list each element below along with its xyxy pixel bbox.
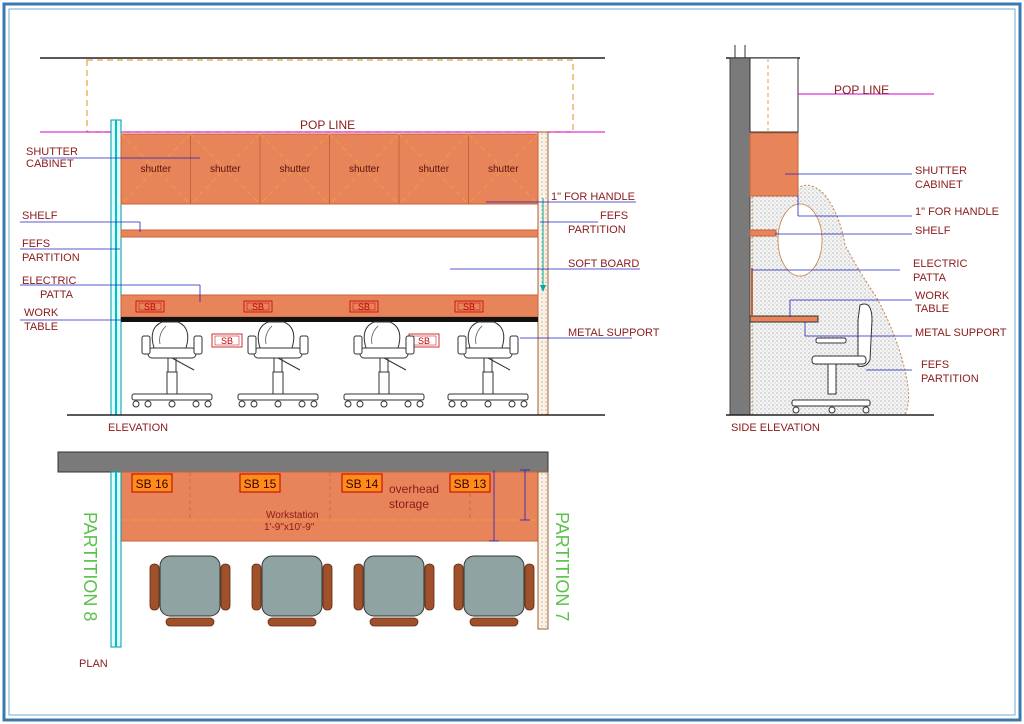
plan-sb-box: SB 15	[239, 473, 281, 493]
label-soft-board: SOFT BOARD	[568, 258, 639, 270]
sb-tag-label: SB	[252, 302, 264, 312]
side-pop-line-label: POP LINE	[834, 83, 889, 97]
label-fefs-partition: FEFS	[22, 238, 50, 250]
sb-tag-label: SB	[358, 302, 370, 312]
side-label-fefs: FEFS	[921, 359, 949, 371]
sb-tag-lower: SB	[211, 333, 243, 348]
plan-sb-box: SB 14	[341, 473, 383, 493]
shutter-label: shutter	[279, 164, 310, 175]
plan-sb-label: SB 14	[346, 477, 379, 491]
elevation-chair	[131, 321, 213, 408]
sb-tag-label: SB	[144, 302, 156, 312]
partition-8-label: PARTITION 8	[80, 512, 100, 621]
label-fefs-right: FEFS	[600, 210, 628, 222]
plan-sb-box: SB 13	[449, 473, 491, 493]
plan-chair	[149, 555, 231, 627]
elevation-view: POP LINE shutter shutter shutter shutter shu…	[20, 57, 660, 434]
side-shelf	[749, 229, 777, 237]
label-fefs-partition-2: PARTITION	[22, 252, 80, 264]
plan-view: SB 16 SB 15 SB 14 SB 13 overhead storage Wo…	[57, 451, 572, 670]
plan-overhead-label: overhead	[389, 482, 439, 496]
shutter-label: shutter	[418, 164, 449, 175]
plan-chair	[353, 555, 435, 627]
sb-tag-label: SB	[221, 336, 233, 346]
side-elevation-view: POP LINE SHUTTER CABINET 1" FOR HANDLE S…	[726, 45, 1007, 434]
plan-workstation-label: Workstation	[266, 510, 319, 521]
shutter-label: shutter	[349, 164, 380, 175]
plan-overhead-label-2: storage	[389, 497, 429, 511]
side-label-shelf: SHELF	[915, 225, 951, 237]
plan-sb-label: SB 13	[454, 477, 487, 491]
label-metal-support: METAL SUPPORT	[568, 327, 660, 339]
elevation-chairs	[131, 321, 529, 408]
label-electric-patta: ELECTRIC	[22, 275, 76, 287]
label-shelf: SHELF	[22, 210, 58, 222]
plan-chair	[453, 555, 535, 627]
side-false-ceiling	[749, 57, 799, 133]
side-label-table: WORK	[915, 290, 950, 302]
label-electric-patta-2: PATTA	[40, 289, 74, 301]
plan-chair	[251, 555, 333, 627]
shutter-label: shutter	[140, 164, 171, 175]
side-label-metal: METAL SUPPORT	[915, 327, 1007, 339]
work-table-top	[121, 317, 538, 322]
label-work-table: WORK	[24, 307, 59, 319]
elevation-title: ELEVATION	[108, 422, 168, 434]
side-work-table	[749, 315, 819, 323]
partition-7-label: PARTITION 7	[552, 512, 572, 621]
plan-workstation-size: 1'-9"x10'-9"	[264, 522, 315, 533]
side-label-table-2: TABLE	[915, 303, 949, 315]
drawing-canvas: POP LINE shutter shutter shutter shutter shu…	[2, 2, 1022, 722]
sb-tag-label: SB	[463, 302, 475, 312]
side-label-patta-2: PATTA	[913, 272, 947, 284]
shutter-label: shutter	[488, 164, 519, 175]
plan-chairs	[149, 555, 535, 627]
plan-wall	[57, 451, 549, 473]
elevation-chair	[237, 321, 319, 408]
drawing-sheet: POP LINE shutter shutter shutter shutter shu…	[0, 0, 1024, 724]
label-work-table-2: TABLE	[24, 321, 58, 333]
electric-patta	[120, 294, 539, 318]
label-handle: 1" FOR HANDLE	[551, 191, 635, 203]
side-elevation-title: SIDE ELEVATION	[731, 422, 820, 434]
sb-lower-group: SB SB	[211, 333, 440, 348]
plan-title: PLAN	[79, 658, 108, 670]
side-cabinet	[749, 132, 799, 197]
sb-tag-label: SB	[418, 336, 430, 346]
side-label-patta: ELECTRIC	[913, 258, 967, 270]
side-wall	[729, 57, 751, 416]
elevation-chair	[447, 321, 529, 408]
side-label-handle: 1" FOR HANDLE	[915, 206, 999, 218]
shelf	[120, 229, 539, 238]
side-label-cabinet: SHUTTER	[915, 165, 967, 177]
plan-right-partition	[537, 471, 549, 630]
pop-line-label: POP LINE	[300, 118, 355, 132]
plan-sb-label: SB 15	[244, 477, 277, 491]
label-shutter-cabinet: SHUTTER	[26, 146, 78, 158]
label-fefs-right-2: PARTITION	[568, 224, 626, 236]
side-label-fefs-2: PARTITION	[921, 373, 979, 385]
plan-sb-label: SB 16	[136, 477, 169, 491]
plan-sb-box: SB 16	[131, 473, 173, 493]
label-shutter-cabinet-2: CABINET	[26, 158, 74, 170]
shutter-label: shutter	[210, 164, 241, 175]
side-label-cabinet-2: CABINET	[915, 179, 963, 191]
side-partition-opening	[777, 203, 823, 277]
